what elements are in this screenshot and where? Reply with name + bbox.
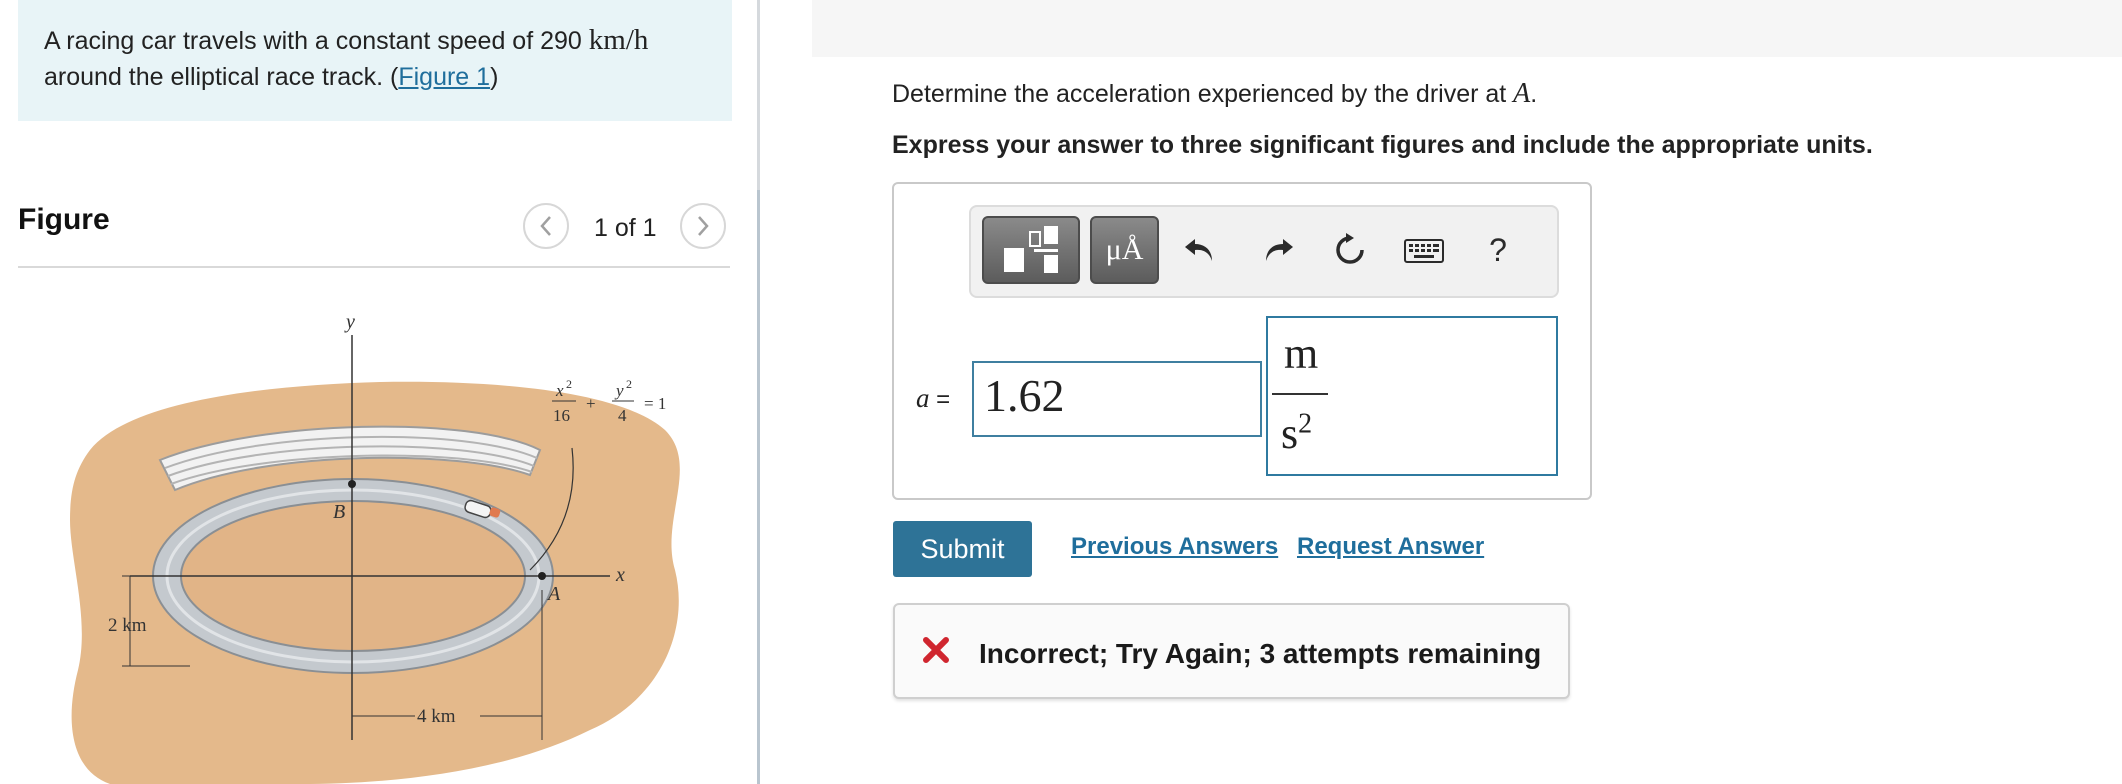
point-a-marker <box>538 572 546 580</box>
undo-button[interactable] <box>1180 230 1220 270</box>
eq-y-den: 4 <box>618 406 627 425</box>
templates-button[interactable] <box>982 216 1080 284</box>
question-text: Determine the acceleration experienced b… <box>892 78 1537 110</box>
next-figure-button[interactable] <box>680 203 726 249</box>
question-point: A <box>1513 78 1531 109</box>
speed-unit: km/h <box>588 24 649 56</box>
equals-sign: = <box>936 386 951 413</box>
point-b-marker <box>348 480 356 488</box>
eq-rhs: = 1 <box>644 394 666 413</box>
help-button[interactable]: ? <box>1482 230 1514 270</box>
variable-symbol: a <box>916 383 930 413</box>
chevron-left-icon <box>540 216 551 236</box>
unit-denominator-base: s <box>1281 409 1299 458</box>
problem-statement: A racing car travels with a constant spe… <box>44 22 724 95</box>
column-divider-accent <box>757 190 760 784</box>
figure-link[interactable]: Figure 1 <box>398 63 490 91</box>
redo-icon <box>1266 239 1293 261</box>
part-header-bar <box>812 0 2122 57</box>
request-answer-link[interactable]: Request Answer <box>1297 533 1484 561</box>
units-button[interactable]: μÅ <box>1090 216 1159 284</box>
y-axis-label: y <box>344 311 355 333</box>
keyboard-button[interactable] <box>1404 236 1444 266</box>
undo-icon <box>1185 239 1212 261</box>
fraction-template-icon <box>1004 226 1058 273</box>
reset-icon <box>1336 233 1364 264</box>
figure-pager: 1 of 1 <box>594 214 657 242</box>
answer-value-input[interactable]: 1.62 <box>972 361 1262 437</box>
eq-x-num: x <box>555 381 564 400</box>
dim-4km-label: 4 km <box>417 706 456 727</box>
feedback-message: Incorrect; Try Again; 3 attempts remaini… <box>979 638 1542 669</box>
previous-answers-link[interactable]: Previous Answers <box>1071 533 1278 561</box>
unit-fraction-bar <box>1272 393 1328 395</box>
figure-title: Figure <box>18 203 110 236</box>
eq-x-exp: 2 <box>566 377 572 391</box>
question-prefix: Determine the acceleration experienced b… <box>892 80 1514 108</box>
point-b-label: B <box>333 501 345 523</box>
dim-2km-label: 2 km <box>108 615 147 636</box>
chevron-right-icon <box>698 216 709 236</box>
eq-y-exp: 2 <box>626 377 632 391</box>
race-track-figure: y x B A x 2 16 + y 2 4 = 1 2 km 4 km <box>70 311 680 784</box>
x-axis-label: x <box>615 564 625 586</box>
incorrect-x-icon <box>921 635 951 670</box>
variable-label: a = <box>916 383 950 414</box>
eq-y-num: y <box>614 381 624 400</box>
answer-instruction: Express your answer to three significant… <box>892 131 1873 159</box>
unit-denominator-exponent: 2 <box>1298 408 1313 440</box>
point-a-label: A <box>546 583 561 605</box>
redo-button[interactable] <box>1258 230 1298 270</box>
figure-divider <box>18 266 730 268</box>
problem-text-before: A racing car travels with a constant spe… <box>44 27 589 55</box>
keyboard-icon <box>1404 239 1444 263</box>
eq-plus: + <box>586 394 596 413</box>
problem-text-close: ) <box>490 63 499 91</box>
unit-denominator: s2 <box>1281 408 1312 459</box>
previous-figure-button[interactable] <box>523 203 569 249</box>
unit-numerator: m <box>1284 329 1319 378</box>
problem-text-after: around the elliptical race track. ( <box>44 63 399 91</box>
reset-button[interactable] <box>1330 230 1370 270</box>
question-suffix: . <box>1530 80 1538 108</box>
submit-button[interactable]: Submit <box>893 521 1032 577</box>
eq-x-den: 16 <box>553 406 570 425</box>
